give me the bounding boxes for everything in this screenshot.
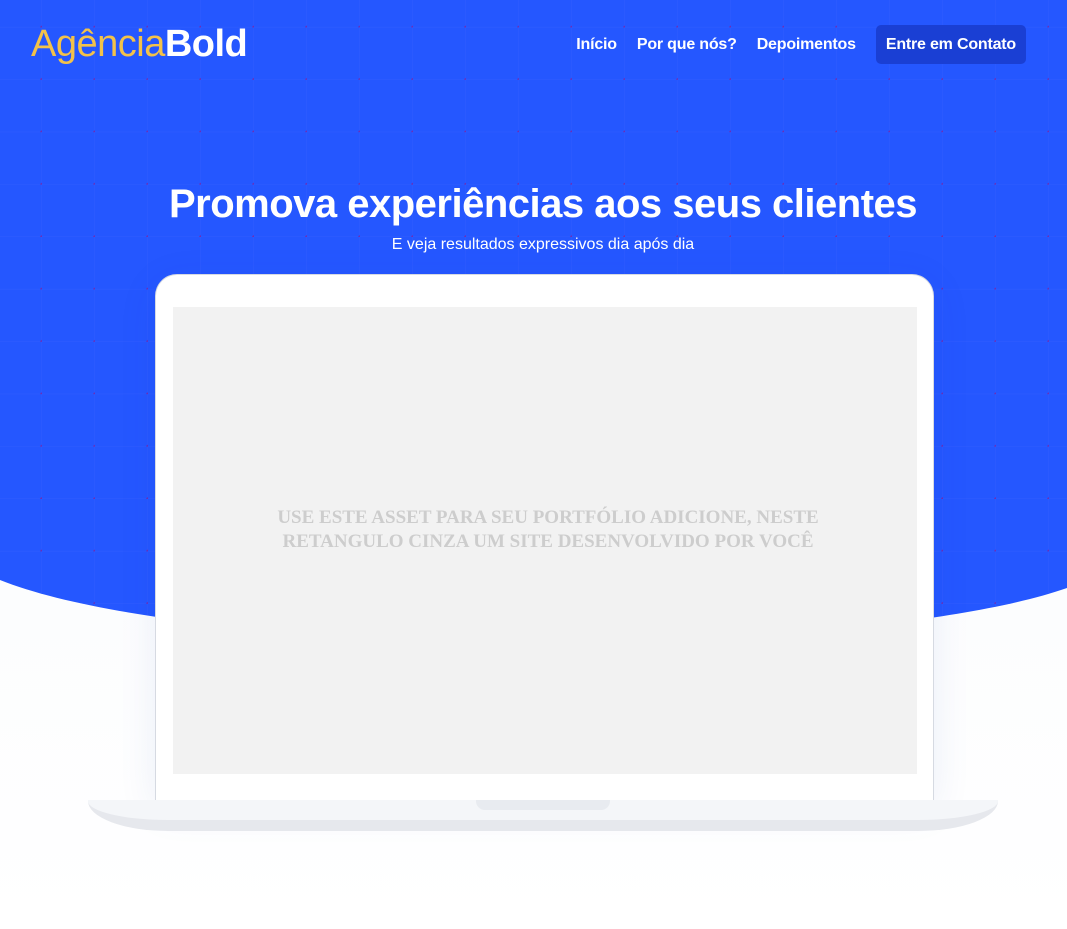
logo-light-text: Agência bbox=[31, 23, 165, 65]
laptop-notch bbox=[476, 800, 610, 810]
contact-button[interactable]: Entre em Contato bbox=[875, 25, 1026, 64]
laptop-mockup: USE ESTE ASSET PARA SEU PORTFÓLIO ADICIO… bbox=[155, 274, 934, 802]
navbar: AgênciaBold Início Por que nós? Depoimen… bbox=[0, 0, 1067, 88]
logo-bold-text: Bold bbox=[164, 23, 248, 65]
nav-menu: Início Por que nós? Depoimentos Entre em… bbox=[576, 25, 1026, 64]
nav-link-inicio[interactable]: Início bbox=[576, 36, 617, 54]
portfolio-placeholder-text: USE ESTE ASSET PARA SEU PORTFÓLIO ADICIO… bbox=[277, 507, 819, 552]
laptop-screen: USE ESTE ASSET PARA SEU PORTFÓLIO ADICIO… bbox=[173, 307, 917, 774]
brand-logo[interactable]: AgênciaBold bbox=[31, 22, 248, 66]
nav-link-por-que-nos[interactable]: Por que nós? bbox=[637, 36, 737, 54]
nav-link-depoimentos[interactable]: Depoimentos bbox=[757, 36, 856, 54]
hero-title: Promova experiências aos seus clientes bbox=[168, 182, 918, 226]
hero-section: AgênciaBold Início Por que nós? Depoimen… bbox=[0, 0, 1067, 929]
hero-subtitle: E veja resultados expressivos dia após d… bbox=[391, 236, 695, 253]
